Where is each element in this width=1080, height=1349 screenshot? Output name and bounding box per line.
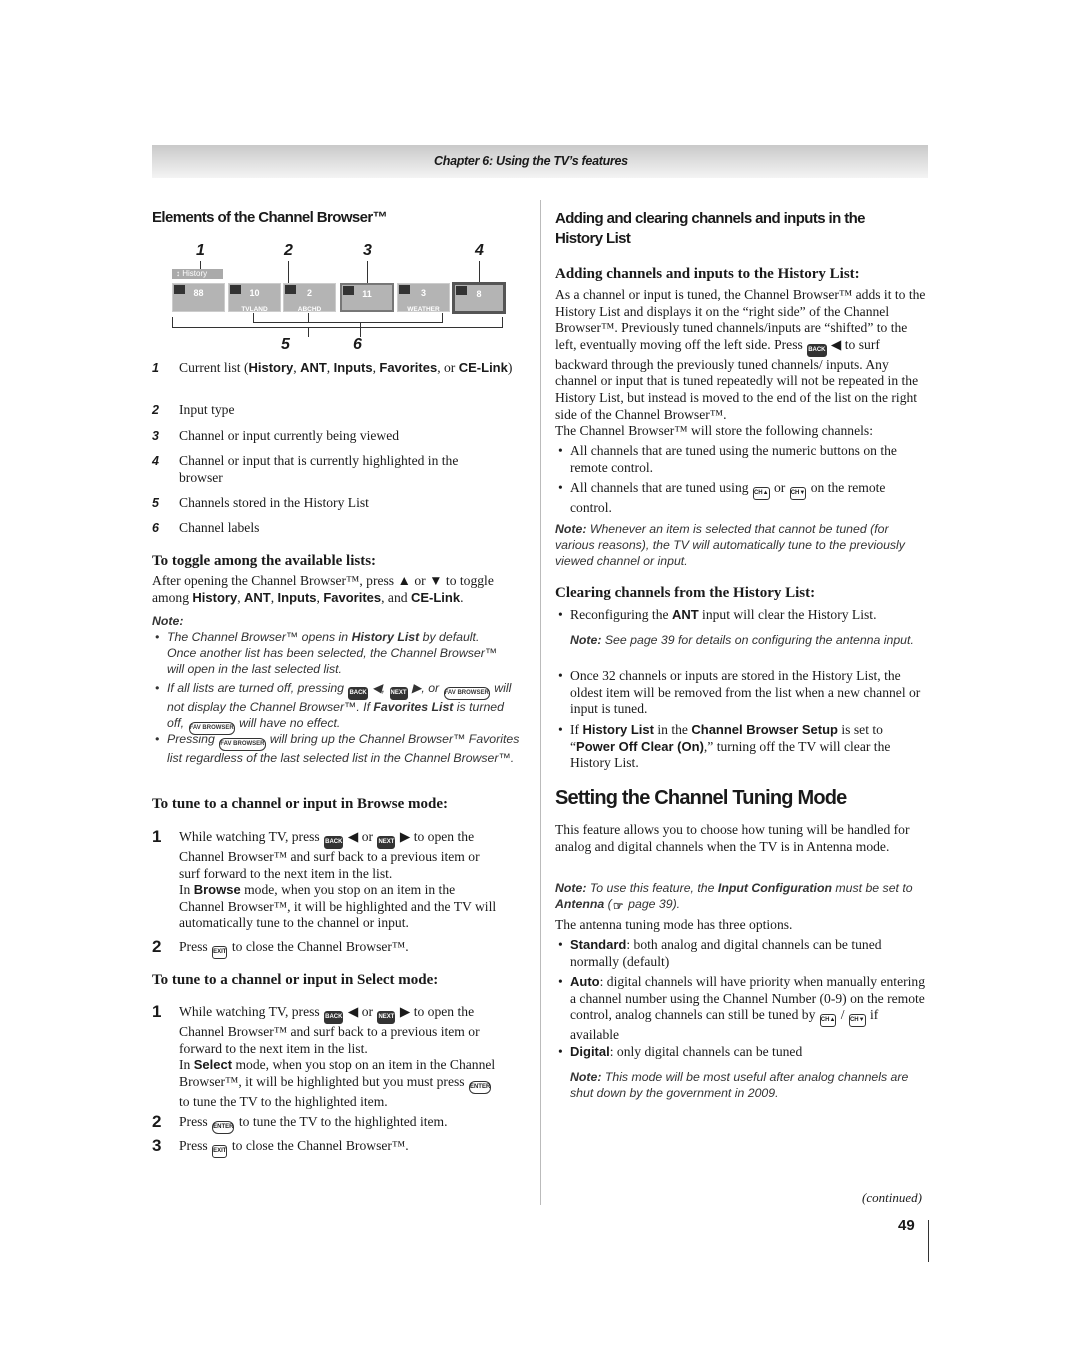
page-number-rule bbox=[928, 1220, 929, 1262]
note-tuning: Note: Whenever an item is selected that … bbox=[555, 522, 905, 568]
back-button-icon: BACK bbox=[324, 836, 344, 849]
note-list: • The Channel Browser™ opens in History L… bbox=[155, 630, 520, 765]
fav-browser-button-icon: FAV BROWSER bbox=[443, 687, 490, 700]
note-label: Note: bbox=[152, 614, 184, 628]
back-button-icon: BACK bbox=[807, 343, 827, 357]
continued-label: (continued) bbox=[862, 1190, 922, 1205]
bold-term: Favorites bbox=[379, 360, 438, 375]
callout-3: 3 bbox=[363, 242, 372, 259]
clearing-bullets: • Once 32 channels or inputs are stored i… bbox=[558, 668, 921, 771]
channel-browser-diagram: 1 2 3 4 ↕ History 88 10 TVLAND 2 ABCHD 11 … bbox=[170, 242, 510, 358]
tuning-paragraph-2: The antenna tuning mode has three option… bbox=[555, 917, 793, 932]
tuning-mode-heading: Setting the Channel Tuning Mode bbox=[555, 787, 847, 809]
next-button-icon: NEXT bbox=[389, 687, 408, 700]
chapter-title: Chapter 6: Using the TV’s features bbox=[434, 154, 628, 168]
channel-up-button-icon: CH▲ bbox=[752, 487, 770, 500]
bold-term: Inputs bbox=[277, 589, 317, 605]
channel-tile: 2 ABCHD bbox=[283, 283, 336, 313]
bold-term: Standard bbox=[570, 937, 627, 952]
browse-mode-heading: To tune to a channel or input in Browse … bbox=[152, 796, 449, 812]
channel-tile: 88 bbox=[172, 283, 225, 312]
bold-term: History List bbox=[351, 630, 420, 644]
callout-6: 6 bbox=[353, 336, 362, 353]
adding-subheading: Adding channels and inputs to the Histor… bbox=[555, 266, 860, 282]
callout-1: 1 bbox=[196, 242, 205, 259]
bold-term: Browse bbox=[193, 882, 241, 897]
bold-term: Favorites List bbox=[373, 700, 454, 714]
select-mode-heading: To tune to a channel or input in Select … bbox=[152, 972, 439, 988]
bold-term: History bbox=[192, 589, 238, 605]
back-button-icon: BACK bbox=[348, 687, 368, 700]
page-number: 49 bbox=[898, 1217, 915, 1234]
channel-tile-highlighted: 8 bbox=[452, 282, 506, 314]
next-button-icon: NEXT bbox=[377, 1011, 396, 1024]
page-reference-icon: ☞ bbox=[612, 898, 624, 913]
bold-term: Digital bbox=[570, 1044, 610, 1059]
adding-clearing-heading: Adding and clearing channels and inputs … bbox=[555, 210, 866, 247]
enter-button-icon: ENTER bbox=[468, 1080, 492, 1094]
bold-term: Power Off Clear (On) bbox=[576, 738, 704, 754]
chapter-header-bar: Chapter 6: Using the TV’s features bbox=[152, 145, 928, 178]
note-label: Note: bbox=[555, 881, 587, 895]
bold-term: Auto bbox=[570, 974, 600, 989]
clearing-bullet: • Reconfiguring the ANT input will clear … bbox=[558, 607, 877, 622]
adding-paragraph-2: The Channel Browser™ will store the foll… bbox=[555, 423, 873, 438]
bold-term: ANT bbox=[300, 360, 327, 375]
note-antenna: Note: See page 39 for details on configu… bbox=[570, 633, 914, 647]
bold-term: History bbox=[248, 360, 294, 375]
channel-up-button-icon: CH▲ bbox=[819, 1014, 837, 1028]
enter-button-icon: ENTER bbox=[212, 1121, 235, 1134]
bold-term: History List bbox=[582, 722, 654, 737]
bold-term: Favorites bbox=[323, 589, 382, 605]
bold-term: Inputs bbox=[333, 360, 373, 375]
exit-button-icon: EXIT bbox=[212, 1145, 228, 1158]
channel-down-button-icon: CH▼ bbox=[789, 487, 807, 500]
back-button-icon: BACK bbox=[324, 1011, 344, 1024]
adding-bullets: • All channels that are tuned using the n… bbox=[558, 443, 897, 515]
channel-tile: 10 TVLAND bbox=[228, 283, 281, 313]
elements-list: 1 Current list (History, ANT, Inputs, Fav… bbox=[152, 360, 513, 535]
elements-heading: Elements of the Channel Browser™ bbox=[152, 209, 388, 226]
toggle-text: After opening the Channel Browser™, pres… bbox=[152, 573, 494, 605]
bold-term: Input Configuration bbox=[717, 881, 832, 895]
note-label: Note: bbox=[570, 633, 602, 647]
next-button-icon: NEXT bbox=[377, 836, 396, 849]
channel-down-button-icon: CH▼ bbox=[848, 1014, 866, 1028]
bold-term: CE-Link bbox=[458, 360, 508, 375]
bold-term: Channel Browser Setup bbox=[691, 722, 838, 737]
channel-tile-current: 11 bbox=[340, 283, 394, 312]
note-label: Note: bbox=[555, 522, 587, 536]
bold-term: ANT bbox=[244, 589, 271, 605]
toggle-heading: To toggle among the available lists: bbox=[152, 553, 377, 569]
column-divider bbox=[540, 200, 541, 1205]
browse-steps: 1 While watching TV, press BACK ◀ or NEXT… bbox=[152, 828, 524, 959]
tuning-options: • Standard: both analog and digital chann… bbox=[558, 937, 926, 1059]
bold-term: Select bbox=[193, 1057, 233, 1072]
adding-paragraph: As a channel or input is tuned, the Chan… bbox=[555, 287, 926, 422]
bold-term: ANT bbox=[671, 607, 699, 622]
bold-term: CE-Link bbox=[410, 589, 461, 605]
tuning-paragraph: This feature allows you to choose how tu… bbox=[555, 822, 910, 854]
fav-browser-button-icon: FAV BROWSER bbox=[219, 738, 266, 751]
channel-tile: 3 WEATHER bbox=[397, 283, 450, 313]
bold-term: Antenna bbox=[555, 896, 605, 911]
callout-5: 5 bbox=[281, 336, 290, 353]
select-steps: 1 While watching TV, press BACK ◀ or NEXT… bbox=[152, 1003, 524, 1164]
current-list-label: ↕ History bbox=[172, 269, 223, 279]
clearing-subheading: Clearing channels from the History List: bbox=[555, 585, 816, 601]
callout-4: 4 bbox=[475, 242, 484, 259]
note-input-config: Note: To use this feature, the Input Con… bbox=[555, 881, 913, 913]
callout-2: 2 bbox=[284, 242, 293, 259]
note-label: Note: bbox=[570, 1070, 602, 1084]
note-analog-shutdown: Note: This mode will be most useful afte… bbox=[570, 1070, 909, 1100]
exit-button-icon: EXIT bbox=[212, 946, 228, 959]
